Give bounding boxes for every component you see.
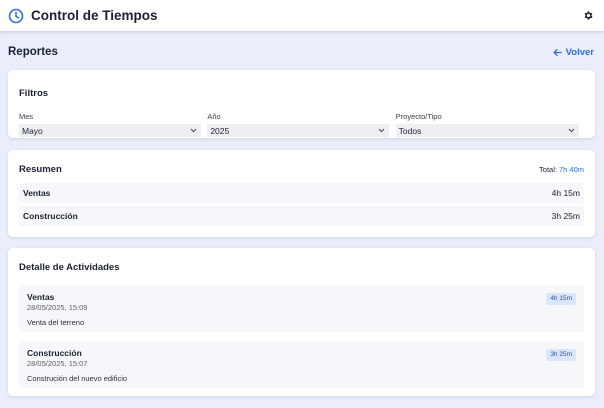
chevron-down-icon <box>568 128 575 133</box>
details-card: Detalle de Actividades Ventas 28/05/2025… <box>8 248 595 396</box>
app-title: Control de Tiempos <box>31 8 158 23</box>
summary-row: Ventas 4h 15m <box>19 183 584 203</box>
year-value: 2025 <box>210 125 230 136</box>
arrow-left-icon <box>553 48 562 56</box>
gear-icon[interactable] <box>582 10 594 22</box>
activity-description: Venta del terreno <box>27 318 85 327</box>
summary-row-duration: 4h 15m <box>551 188 580 198</box>
activity-name: Construcción <box>27 348 82 358</box>
activity-datetime: 28/05/2025, 15:07 <box>27 359 88 368</box>
summary-row-name: Ventas <box>23 188 51 198</box>
month-label: Mes <box>19 112 34 121</box>
activity-datetime: 28/05/2025, 15:09 <box>27 303 88 312</box>
project-label: Proyecto/Tipo <box>395 112 442 121</box>
chevron-down-icon <box>190 128 197 133</box>
duration-badge: 4h 15m <box>546 293 576 305</box>
filter-row: Mes Mayo Año 2025 Proyecto/Tipo Todos <box>19 112 584 137</box>
filters-title: Filtros <box>19 88 49 99</box>
back-button[interactable]: Volver <box>553 47 594 58</box>
summary-row-duration: 3h 25m <box>551 211 580 221</box>
month-value: Mayo <box>22 125 43 136</box>
activity-description: Construción del nuevo edificio <box>27 374 128 383</box>
activity-item: Ventas 28/05/2025, 15:09 Venta del terre… <box>19 285 584 332</box>
details-title: Detalle de Actividades <box>19 262 120 273</box>
summary-row: Construcción 3h 25m <box>19 206 584 226</box>
clock-icon <box>8 8 24 24</box>
duration-badge: 3h 25m <box>546 349 576 361</box>
project-filter: Proyecto/Tipo Todos <box>395 112 584 137</box>
activity-item: Construcción 28/05/2025, 15:07 Construci… <box>19 341 584 388</box>
total-value: 7h 40m <box>558 164 584 174</box>
year-label: Año <box>207 112 221 121</box>
summary-total: Total: 7h 40m <box>539 165 584 174</box>
back-button-label: Volver <box>565 46 594 58</box>
activity-name: Ventas <box>27 292 55 302</box>
page-header: Reportes Volver <box>8 44 594 60</box>
project-select[interactable]: Todos <box>395 124 579 137</box>
summary-header: Resumen Total: 7h 40m <box>19 162 584 176</box>
summary-row-name: Construcción <box>23 211 78 221</box>
month-select[interactable]: Mayo <box>19 124 201 137</box>
top-bar: Control de Tiempos <box>0 0 604 31</box>
summary-title: Resumen <box>19 163 62 175</box>
page-title: Reportes <box>8 46 58 58</box>
year-filter: Año 2025 <box>207 112 395 137</box>
year-select[interactable]: 2025 <box>207 124 390 137</box>
project-value: Todos <box>398 125 422 136</box>
total-label: Total: <box>539 164 557 174</box>
chevron-down-icon <box>378 128 385 133</box>
month-filter: Mes Mayo <box>19 112 207 137</box>
summary-card: Resumen Total: 7h 40m Ventas 4h 15m Const… <box>8 150 595 237</box>
filters-card: Filtros Mes Mayo Año 2025 Proyecto/Tipo … <box>8 70 595 138</box>
